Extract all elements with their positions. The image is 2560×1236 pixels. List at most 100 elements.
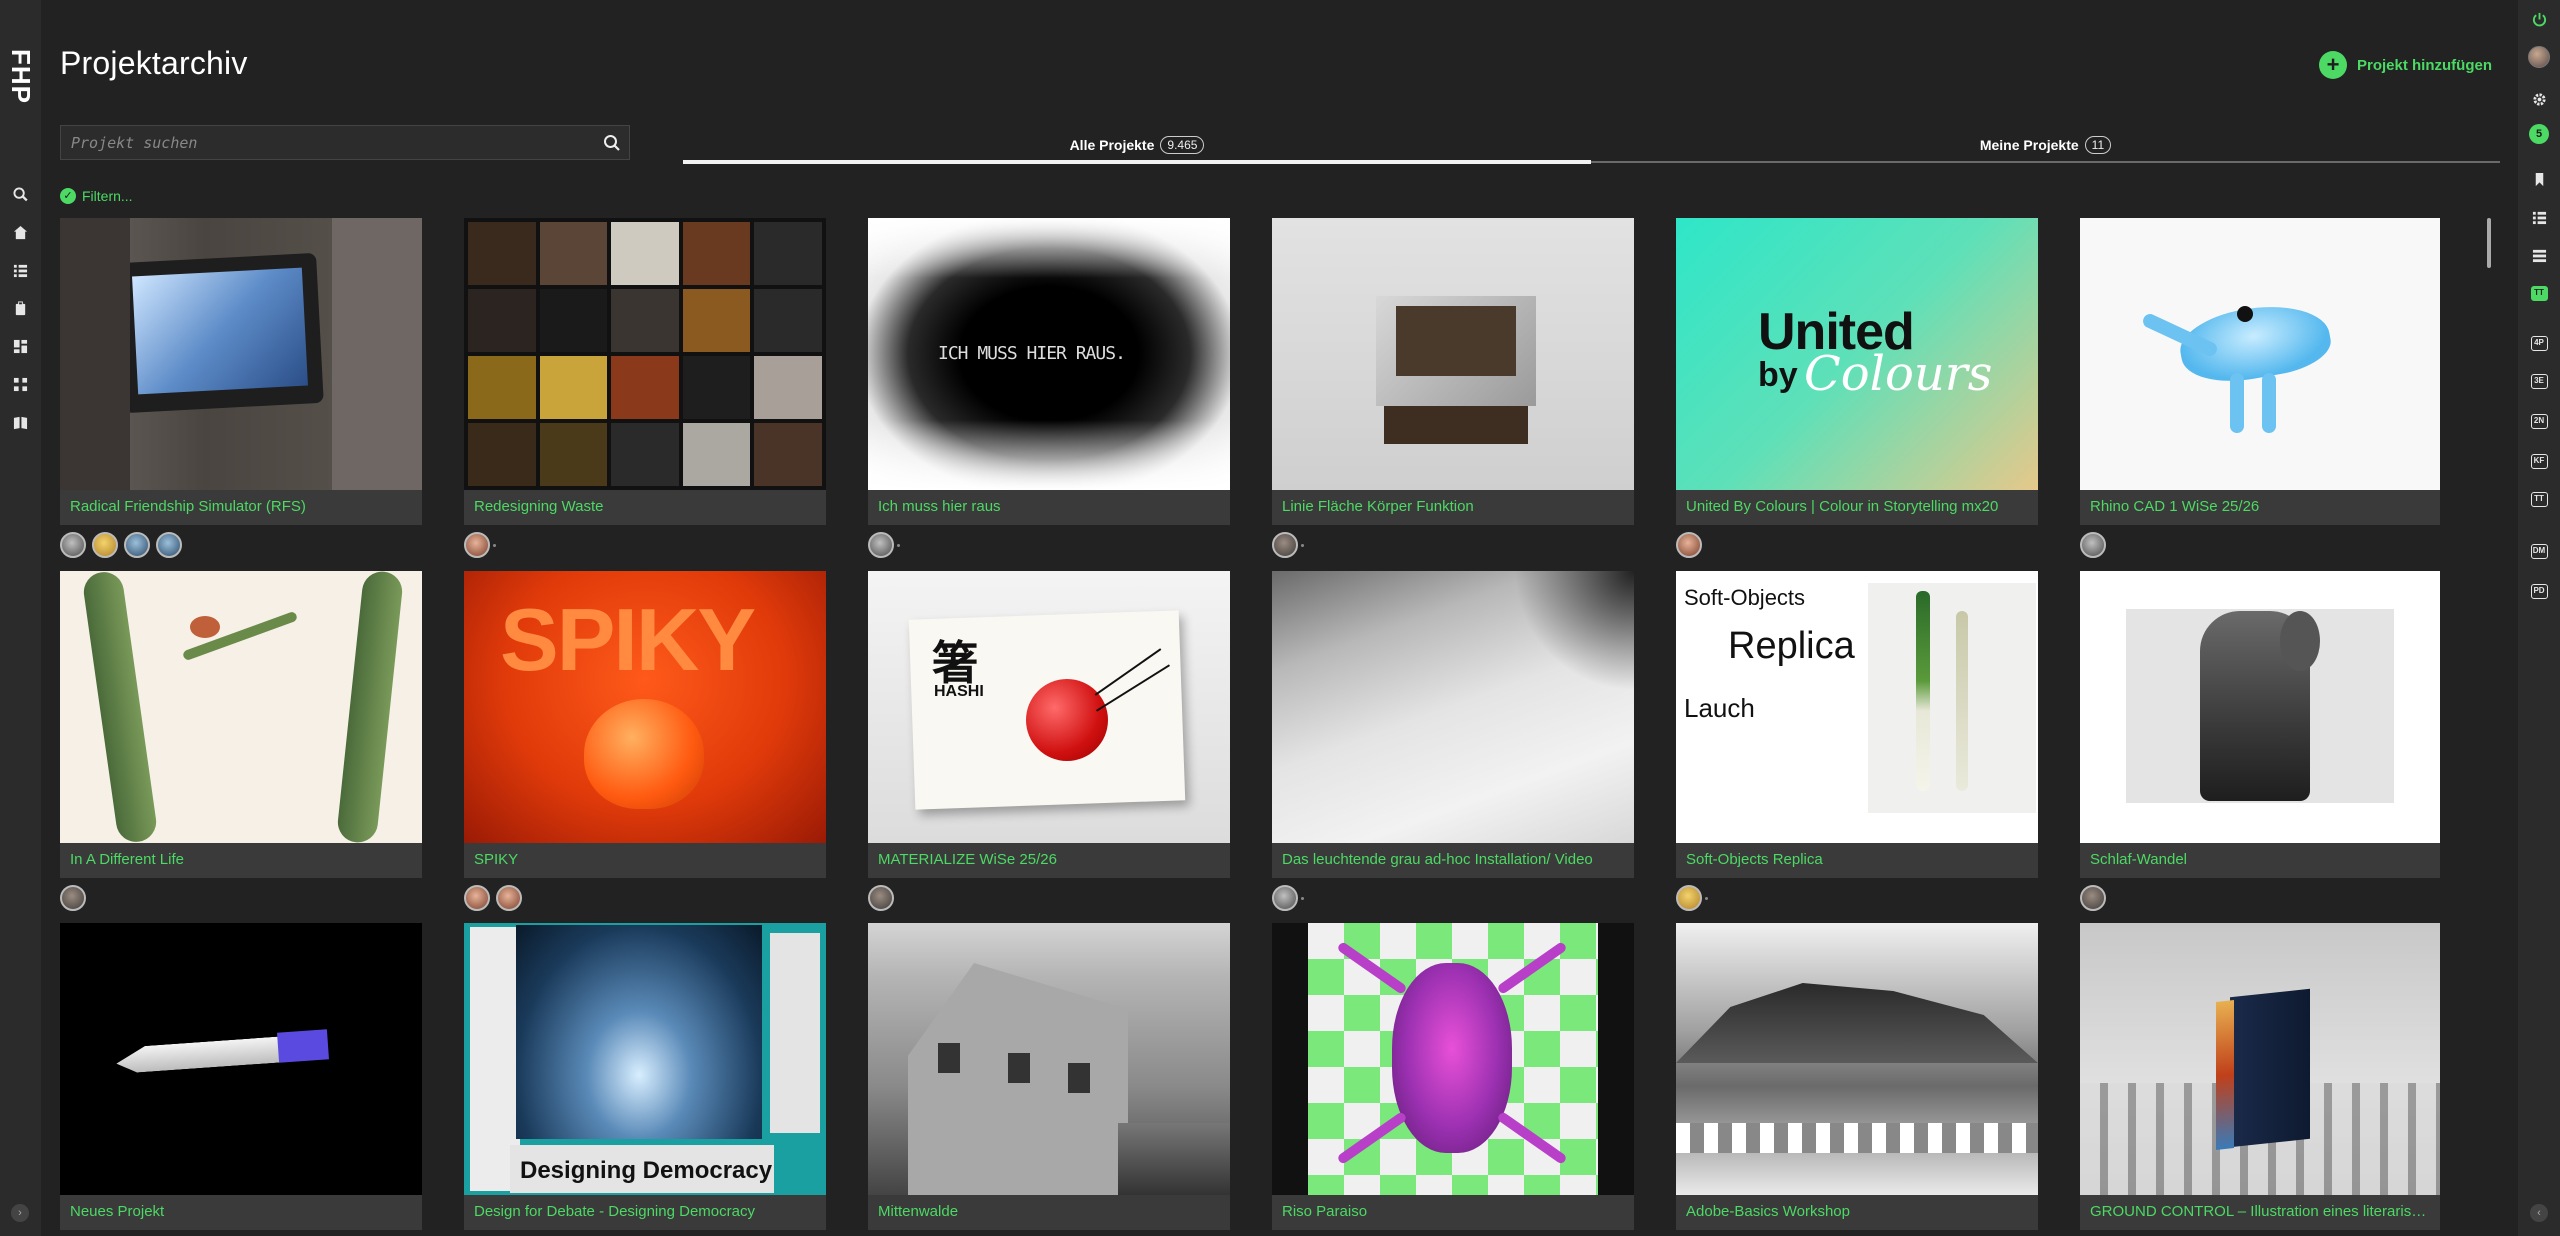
project-thumbnail[interactable]: Designing Democracy (464, 923, 826, 1195)
course-badge-kf[interactable]: KF (2530, 452, 2548, 470)
user-avatar[interactable] (2528, 46, 2550, 68)
project-card[interactable]: Linie Fläche Körper Funktion (1272, 218, 1634, 559)
project-title[interactable]: Mittenwalde (868, 1195, 1230, 1230)
project-card[interactable]: 箸 HASHI MATERIALIZE WiSe 25/26 (868, 571, 1230, 912)
project-title[interactable]: Soft-Objects Replica (1676, 843, 2038, 878)
avatar[interactable] (2080, 885, 2106, 911)
project-card[interactable]: Mittenwalde (868, 923, 1230, 1230)
grid-icon[interactable] (12, 376, 29, 393)
grid-scrollbar[interactable] (2487, 218, 2491, 1236)
avatar[interactable] (156, 532, 182, 558)
project-card[interactable]: Adobe-Basics Workshop (1676, 923, 2038, 1230)
project-title[interactable]: Schlaf-Wandel (2080, 843, 2440, 878)
project-title[interactable]: Riso Paraiso (1272, 1195, 1634, 1230)
project-thumbnail[interactable] (1272, 571, 1634, 843)
project-title[interactable]: Adobe-Basics Workshop (1676, 1195, 2038, 1230)
course-badge-tt-active[interactable]: TT (2530, 284, 2548, 302)
project-title[interactable]: Neues Projekt (60, 1195, 422, 1230)
course-badge-3e[interactable]: 3E (2530, 372, 2548, 390)
avatar[interactable] (868, 885, 894, 911)
project-thumbnail[interactable] (464, 218, 826, 490)
search-icon[interactable] (12, 186, 29, 203)
project-card[interactable]: Neues Projekt (60, 923, 422, 1230)
project-title[interactable]: Design for Debate - Designing Democracy (464, 1195, 826, 1230)
project-card[interactable]: SPIKY SPIKY (464, 571, 826, 912)
project-title[interactable]: Das leuchtende grau ad-hoc Installation/… (1272, 843, 1634, 878)
avatar[interactable] (124, 532, 150, 558)
list-icon[interactable] (12, 262, 29, 279)
project-thumbnail[interactable] (868, 923, 1230, 1195)
course-badge-dm[interactable]: DM (2530, 542, 2548, 560)
project-title[interactable]: United By Colours | Colour in Storytelli… (1676, 490, 2038, 525)
course-badge-2n[interactable]: 2N (2530, 412, 2548, 430)
avatar[interactable] (60, 885, 86, 911)
collapse-sidebar-icon[interactable]: ‹ (2530, 1204, 2548, 1222)
course-badge-pd[interactable]: PD (2530, 582, 2548, 600)
search-input[interactable] (61, 126, 591, 159)
project-thumbnail[interactable] (2080, 923, 2440, 1195)
avatar[interactable] (2080, 532, 2106, 558)
project-title[interactable]: Linie Fläche Körper Funktion (1272, 490, 1634, 525)
gear-icon[interactable] (2530, 90, 2548, 108)
course-badge-4p[interactable]: 4P (2530, 334, 2548, 352)
fhp-logo[interactable]: FHP (6, 38, 36, 114)
project-thumbnail[interactable]: United by Colours (1676, 218, 2038, 490)
project-card[interactable]: Radical Friendship Simulator (RFS) (60, 218, 422, 559)
project-thumbnail[interactable]: Soft-Objects Replica Lauch (1676, 571, 2038, 843)
project-thumbnail[interactable] (60, 218, 422, 490)
project-card[interactable]: In A Different Life (60, 571, 422, 912)
project-thumbnail[interactable]: ICH MUSS HIER RAUS. (868, 218, 1230, 490)
project-card[interactable]: Schlaf-Wandel (2080, 571, 2440, 912)
project-card[interactable]: ICH MUSS HIER RAUS. Ich muss hier raus (868, 218, 1230, 559)
menu-list-icon[interactable] (2530, 246, 2548, 264)
project-card[interactable]: GROUND CONTROL – Illustration eines lite… (2080, 923, 2440, 1230)
project-title[interactable]: Radical Friendship Simulator (RFS) (60, 490, 422, 525)
bookmark-icon[interactable] (2530, 170, 2548, 188)
project-title[interactable]: MATERIALIZE WiSe 25/26 (868, 843, 1230, 878)
project-title[interactable]: In A Different Life (60, 843, 422, 878)
project-title[interactable]: SPIKY (464, 843, 826, 878)
filter-toggle[interactable]: ✓ Filtern... (60, 188, 133, 204)
project-title[interactable]: Ich muss hier raus (868, 490, 1230, 525)
clipboard-icon[interactable] (12, 300, 29, 317)
avatar[interactable] (496, 885, 522, 911)
search-icon[interactable] (603, 134, 621, 152)
power-icon[interactable] (2530, 10, 2548, 28)
project-title[interactable]: Rhino CAD 1 WiSe 25/26 (2080, 490, 2440, 525)
avatar[interactable] (1676, 532, 1702, 558)
project-thumbnail[interactable] (60, 923, 422, 1195)
project-card[interactable]: United by Colours United By Colours | Co… (1676, 218, 2038, 559)
avatar[interactable] (60, 532, 86, 558)
avatar[interactable] (868, 532, 894, 558)
tab-all-projects[interactable]: Alle Projekte 9.465 (683, 128, 1591, 162)
project-card[interactable]: Riso Paraiso (1272, 923, 1634, 1230)
expand-sidebar-icon[interactable]: › (11, 1204, 29, 1222)
project-thumbnail[interactable] (1676, 923, 2038, 1195)
project-thumbnail[interactable] (1272, 218, 1634, 490)
avatar[interactable] (1272, 532, 1298, 558)
project-card[interactable]: Designing Democracy Design for Debate - … (464, 923, 826, 1230)
project-card[interactable]: Rhino CAD 1 WiSe 25/26 (2080, 218, 2440, 559)
avatar[interactable] (92, 532, 118, 558)
project-title[interactable]: Redesigning Waste (464, 490, 826, 525)
course-badge-tt[interactable]: TT (2530, 490, 2548, 508)
book-icon[interactable] (12, 414, 29, 431)
project-thumbnail[interactable]: 箸 HASHI (868, 571, 1230, 843)
add-project-button[interactable]: + Projekt hinzufügen (2319, 51, 2492, 79)
avatar[interactable] (1272, 885, 1298, 911)
project-thumbnail[interactable] (2080, 571, 2440, 843)
home-icon[interactable] (12, 224, 29, 241)
tab-my-projects[interactable]: Meine Projekte 11 (1591, 128, 2500, 162)
project-thumbnail[interactable]: SPIKY (464, 571, 826, 843)
project-title[interactable]: GROUND CONTROL – Illustration eines lite… (2080, 1195, 2440, 1230)
avatar[interactable] (464, 532, 490, 558)
project-thumbnail[interactable] (60, 571, 422, 843)
avatar[interactable] (1676, 885, 1702, 911)
scrollbar-thumb[interactable] (2487, 218, 2491, 268)
dashboard-icon[interactable] (12, 338, 29, 355)
project-thumbnail[interactable] (2080, 218, 2440, 490)
project-card[interactable]: Redesigning Waste (464, 218, 826, 559)
project-card[interactable]: Das leuchtende grau ad-hoc Installation/… (1272, 571, 1634, 912)
project-card[interactable]: Soft-Objects Replica Lauch Soft-Objects … (1676, 571, 2038, 912)
notification-count-badge[interactable]: 5 (2529, 124, 2549, 144)
